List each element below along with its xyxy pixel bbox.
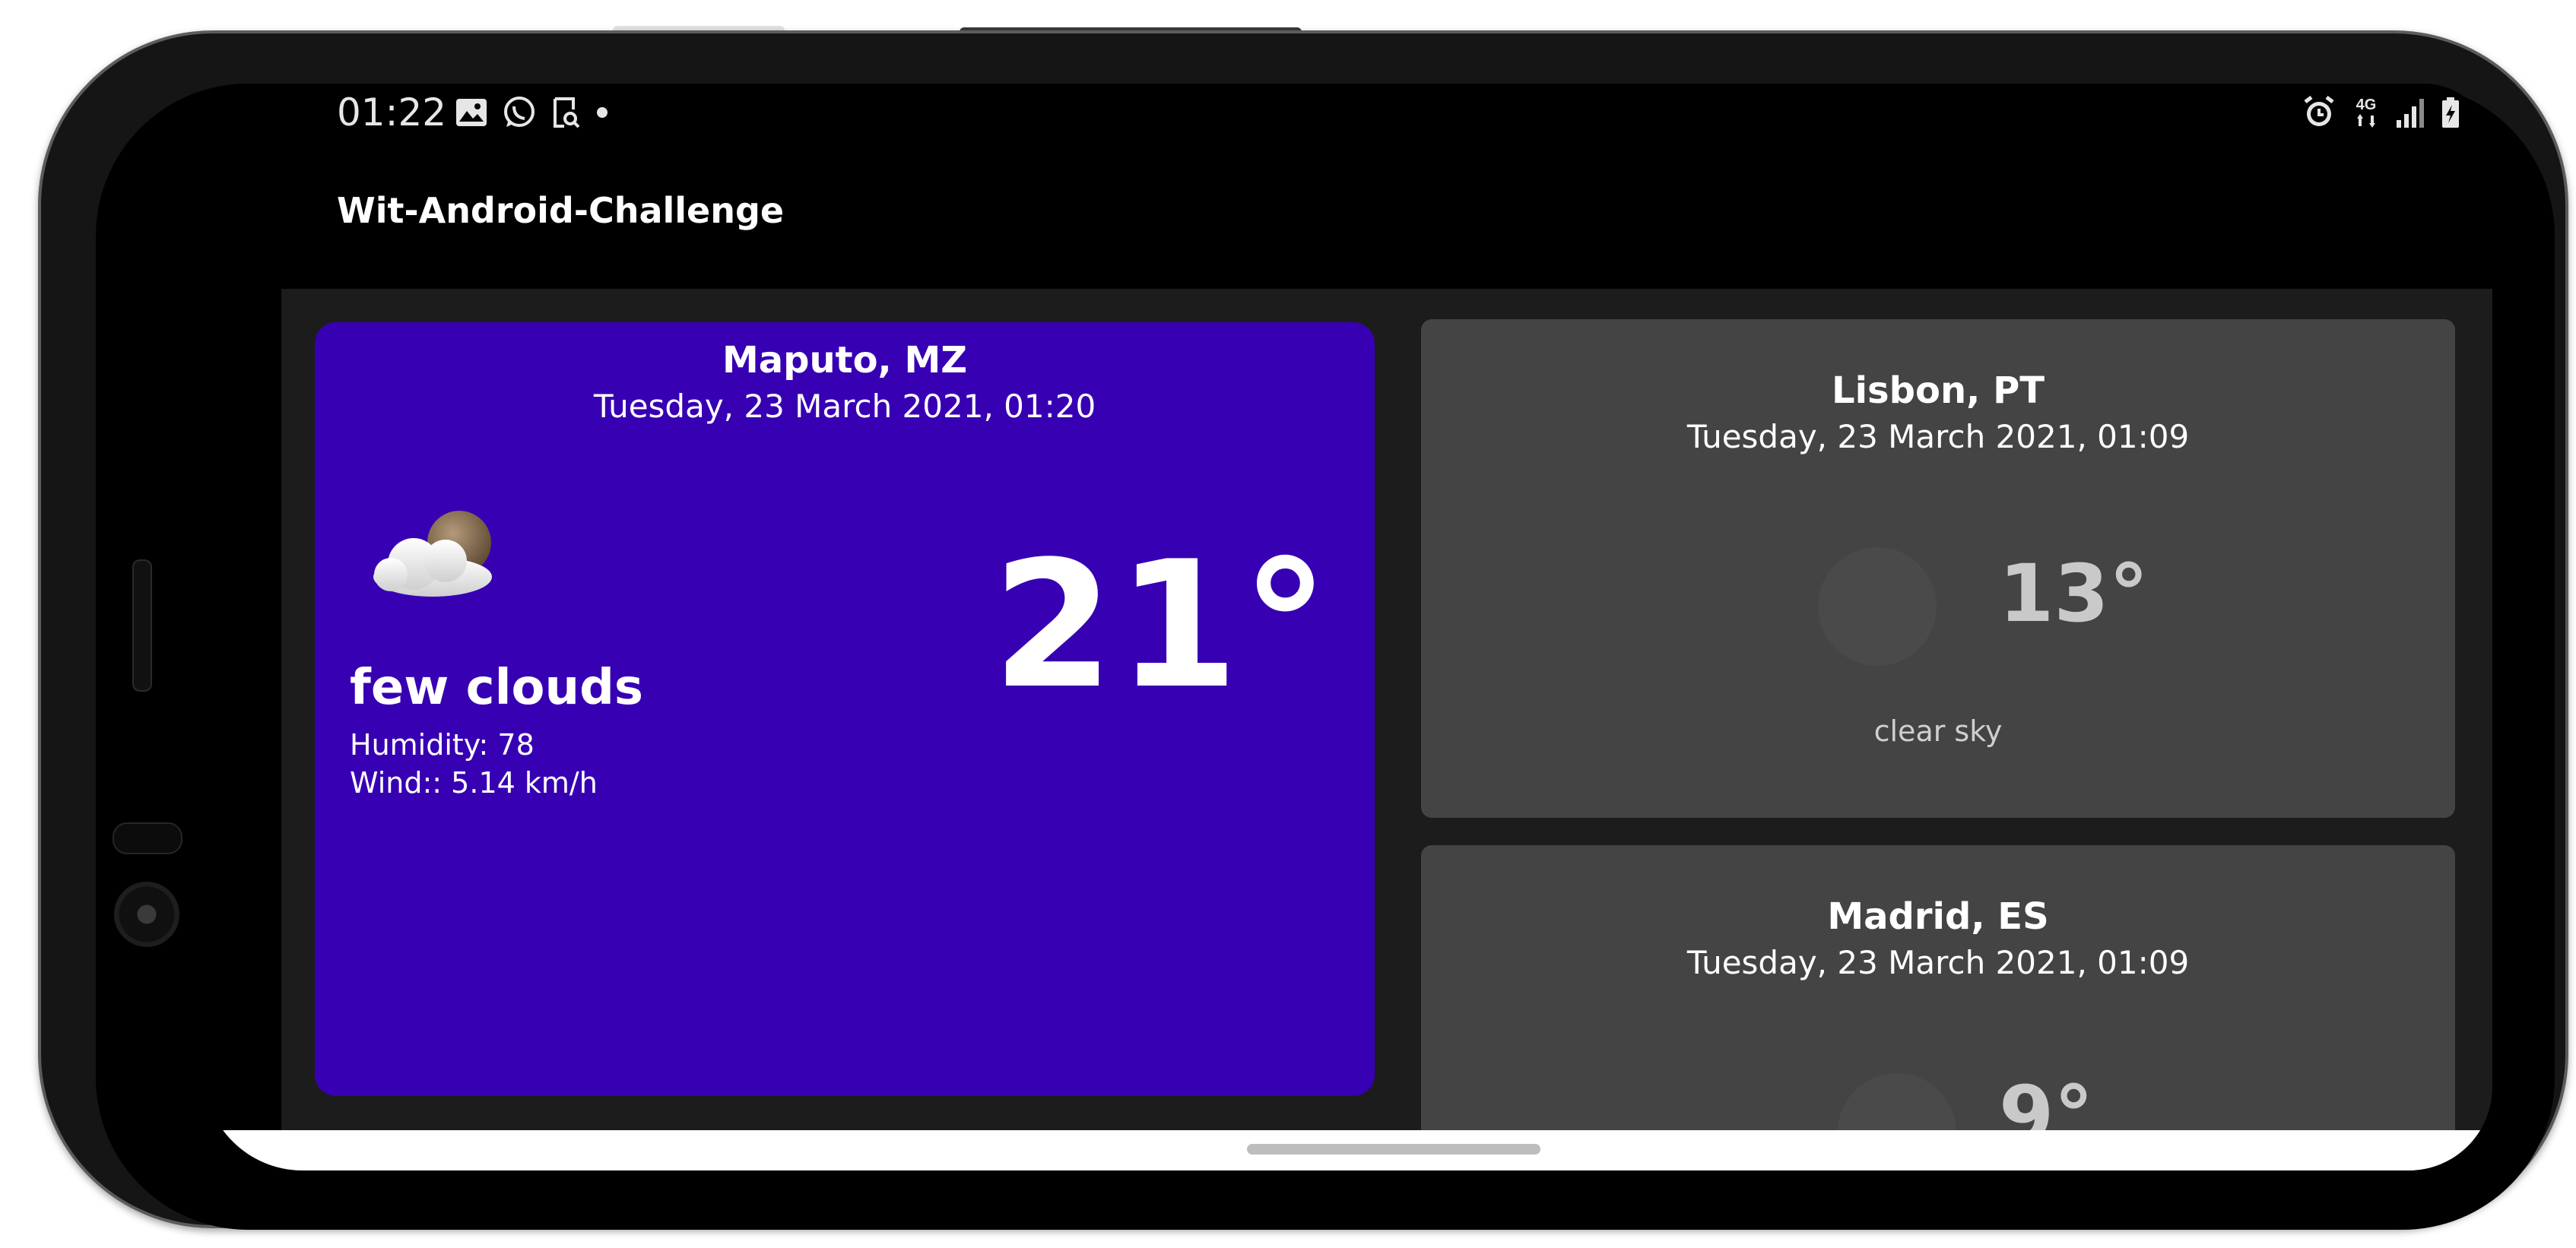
front-camera <box>114 882 179 947</box>
city-name: Madrid, ES <box>1827 895 2049 938</box>
whatsapp-icon <box>502 95 537 130</box>
status-icons-left <box>455 88 610 137</box>
city-card-lisbon[interactable]: Lisbon, PT Tuesday, 23 March 2021, 01:09… <box>1421 319 2455 818</box>
current-temperature: 21° <box>991 524 1332 727</box>
current-weather-card[interactable]: Maputo, MZ Tuesday, 23 March 2021, 01:20 <box>315 322 1375 1096</box>
network-4g-icon: 4G <box>2351 94 2381 131</box>
status-time: 01:22 <box>337 90 447 135</box>
screenshot-icon <box>550 96 581 129</box>
current-description: few clouds <box>350 660 643 716</box>
city-card-madrid[interactable]: Madrid, ES Tuesday, 23 March 2021, 01:09… <box>1421 845 2455 1170</box>
city-datetime: Tuesday, 23 March 2021, 01:09 <box>1686 944 2190 981</box>
current-city: Maputo, MZ <box>722 339 968 382</box>
weather-content: Maputo, MZ Tuesday, 23 March 2021, 01:20 <box>281 289 2492 1170</box>
battery-icon <box>2439 96 2462 129</box>
current-datetime: Tuesday, 23 March 2021, 01:20 <box>593 388 1096 425</box>
signal-icon <box>2395 96 2425 129</box>
city-name: Lisbon, PT <box>1832 369 2045 412</box>
home-gesture-handle[interactable] <box>1247 1144 1540 1155</box>
navigation-bar <box>204 1130 2492 1170</box>
network-label: 4G <box>2356 97 2377 113</box>
city-datetime: Tuesday, 23 March 2021, 01:09 <box>1686 418 2190 455</box>
screen: 01:22 4G Wit-Android-Challenge Maputo, M… <box>204 84 2492 1170</box>
proximity-sensor <box>113 822 182 854</box>
alarm-icon <box>2301 94 2337 131</box>
image-icon <box>455 97 488 128</box>
status-icons-right: 4G <box>2301 88 2462 137</box>
clear-sky-icon <box>1818 547 1937 666</box>
speaker-grille <box>132 559 152 692</box>
few-clouds-night-icon <box>360 505 505 603</box>
city-description: clear sky <box>1873 714 2003 748</box>
current-humidity: Humidity: 78 <box>350 728 535 762</box>
dot-icon <box>595 105 610 120</box>
city-temperature: 13° <box>1999 547 2149 640</box>
app-title: Wit-Android-Challenge <box>337 190 785 231</box>
current-wind: Wind:: 5.14 km/h <box>350 766 598 800</box>
